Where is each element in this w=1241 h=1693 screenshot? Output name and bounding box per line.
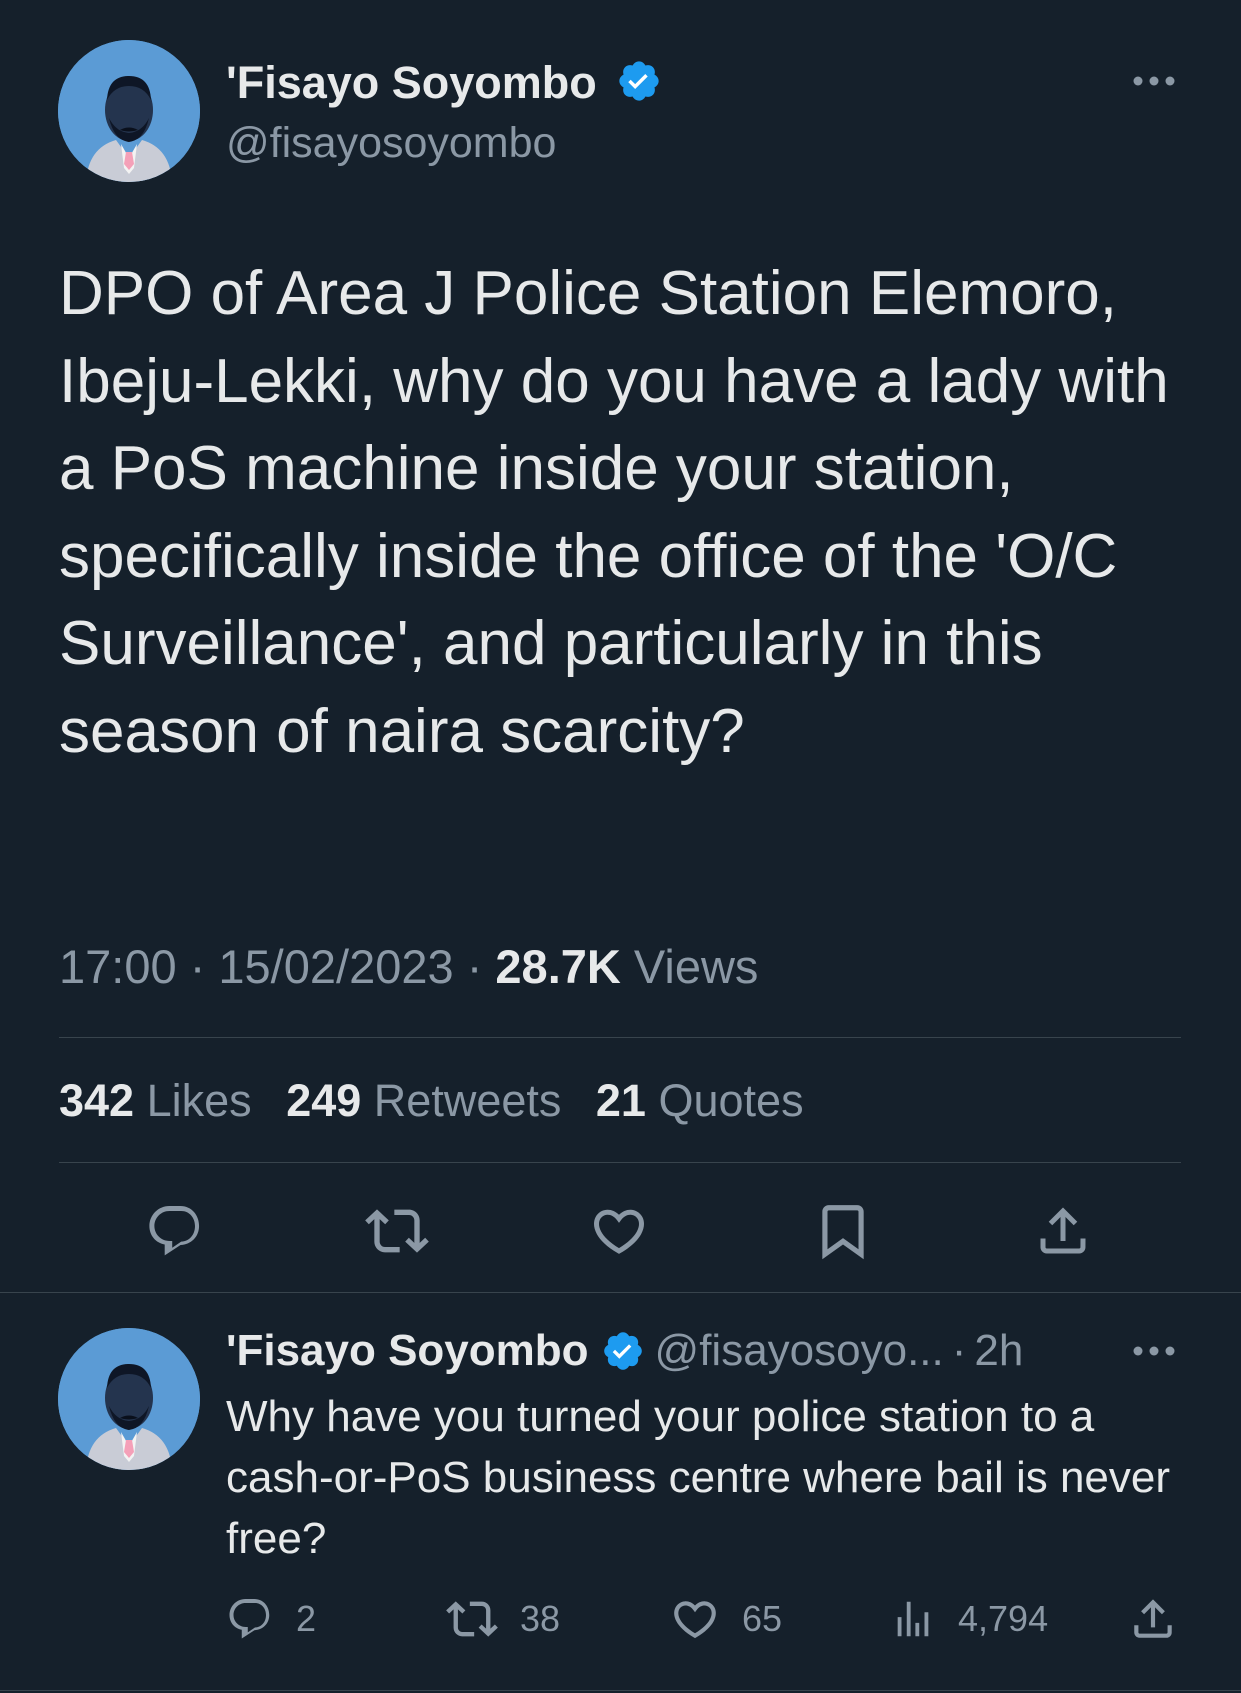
verified-badge-icon	[616, 58, 662, 104]
reply-icon	[229, 1599, 270, 1639]
retweets-label: Retweets	[373, 1075, 562, 1126]
reply-age[interactable]: 2h	[974, 1326, 1023, 1376]
quotes-label: Quotes	[658, 1075, 804, 1126]
tweet-text: DPO of Area J Police Station Elemoro, Ib…	[59, 259, 1169, 766]
bookmark-button[interactable]	[808, 1198, 878, 1264]
tweet-meta: 17:00 · 15/02/2023 · 28.7K Views	[59, 936, 758, 998]
reply-reply-button[interactable]: 2	[226, 1594, 316, 1644]
views-count: 28.7K	[495, 940, 621, 993]
share-button[interactable]	[1028, 1198, 1098, 1264]
reply-share-button[interactable]	[1128, 1594, 1200, 1644]
verified-badge-icon	[601, 1329, 645, 1373]
divider	[0, 1690, 1241, 1691]
views-label: Views	[633, 940, 759, 993]
reply-button[interactable]	[140, 1198, 210, 1264]
quotes-stat[interactable]: 21 Quotes	[596, 1075, 804, 1126]
divider	[0, 1292, 1241, 1293]
like-icon	[674, 1601, 716, 1639]
retweet-icon	[365, 1209, 429, 1253]
reply-separator: ·	[951, 1326, 967, 1375]
reply-replies-count: 2	[296, 1598, 317, 1639]
reply-like-button[interactable]: 65	[670, 1594, 782, 1644]
retweets-count: 249	[286, 1075, 362, 1126]
like-button[interactable]	[584, 1198, 654, 1264]
tweet-stats: 342 Likes 249 Retweets 21 Quotes	[59, 1073, 826, 1129]
meta-separator: ·	[466, 940, 483, 993]
reply-text: Why have you turned your police station …	[226, 1392, 1171, 1563]
author-name[interactable]: 'Fisayo Soyombo	[226, 55, 597, 111]
share-icon	[1040, 1207, 1086, 1254]
reply-views-button[interactable]: 4,794	[890, 1594, 1048, 1644]
divider	[59, 1037, 1181, 1038]
likes-label: Likes	[146, 1075, 252, 1126]
reply-retweet-button[interactable]: 38	[446, 1594, 560, 1644]
reply-retweets-count: 38	[520, 1598, 561, 1639]
like-icon	[593, 1209, 645, 1254]
meta-separator: ·	[189, 940, 206, 993]
author-avatar[interactable]	[58, 40, 200, 182]
retweets-stat[interactable]: 249 Retweets	[286, 1075, 561, 1126]
quotes-count: 21	[595, 1075, 646, 1126]
reply-more-options-icon[interactable]	[1130, 1336, 1178, 1366]
tweet-date[interactable]: 15/02/2023	[218, 940, 453, 993]
divider	[59, 1162, 1181, 1163]
tweet-time[interactable]: 17:00	[59, 940, 177, 993]
reply-author-handle[interactable]: @fisayosoyo...	[655, 1326, 944, 1376]
reply-icon	[149, 1206, 200, 1256]
share-icon	[1134, 1599, 1172, 1638]
author-handle[interactable]: @fisayosoyombo	[226, 116, 556, 170]
reply-likes-count: 65	[742, 1598, 783, 1639]
bookmark-icon	[822, 1205, 864, 1260]
likes-stat[interactable]: 342 Likes	[59, 1075, 252, 1126]
reply-author-name[interactable]: 'Fisayo Soyombo	[226, 1326, 589, 1376]
more-options-icon[interactable]	[1130, 66, 1178, 96]
reply-header: 'Fisayo Soyombo @fisayosoyo... · 2h	[226, 1322, 1023, 1380]
likes-count: 342	[59, 1075, 135, 1126]
retweet-button[interactable]	[362, 1198, 432, 1264]
reply-views-count: 4,794	[958, 1598, 1049, 1639]
reply-author-avatar[interactable]	[58, 1328, 200, 1470]
retweet-icon	[446, 1601, 498, 1637]
views-icon	[897, 1601, 929, 1637]
